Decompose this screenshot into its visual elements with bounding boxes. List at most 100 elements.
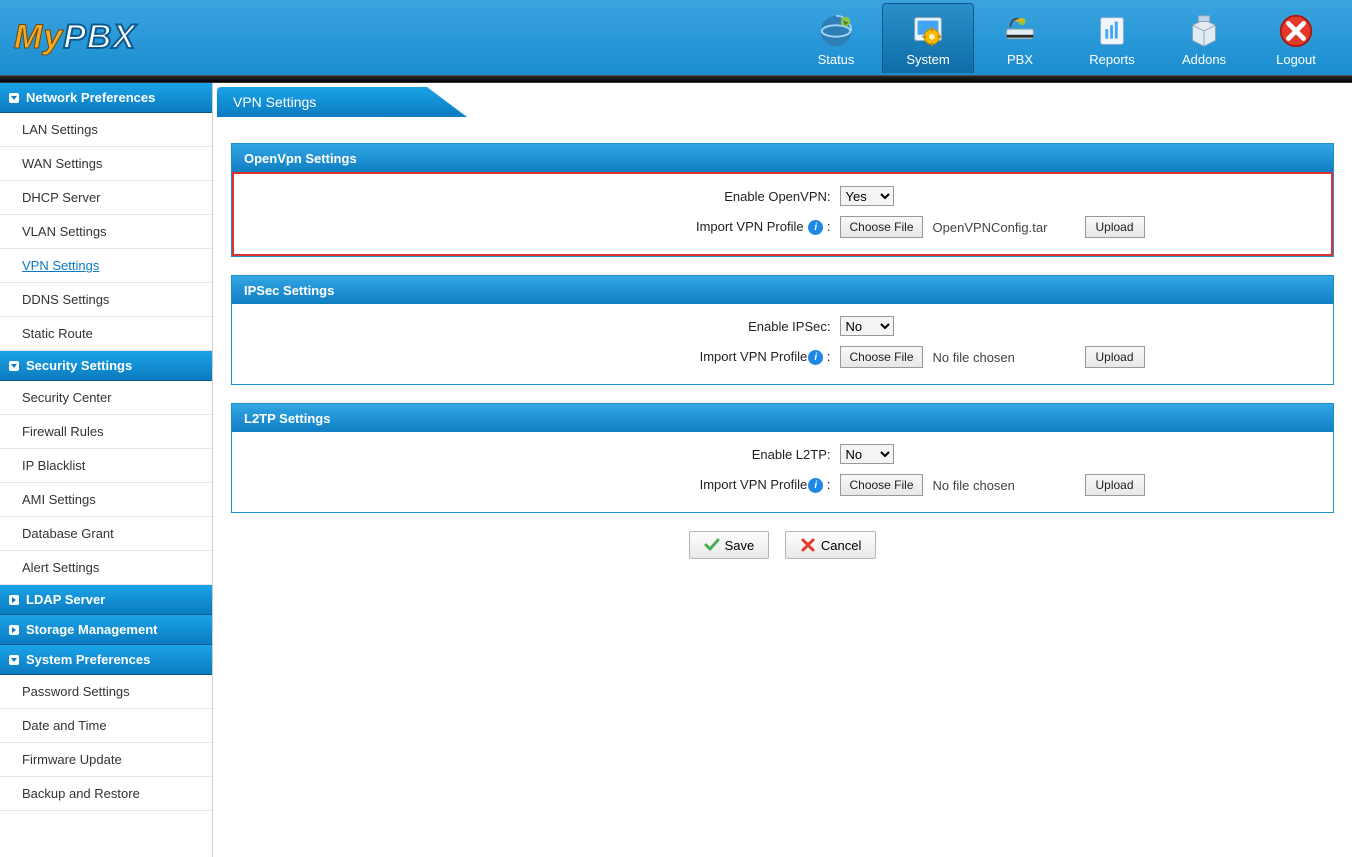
sidebar-item-datetime[interactable]: Date and Time [0, 709, 212, 743]
panel-openvpn: OpenVpn Settings Enable OpenVPN: Yes [231, 143, 1334, 257]
sidebar-item-dhcp[interactable]: DHCP Server [0, 181, 212, 215]
info-icon[interactable]: i [808, 350, 823, 365]
header-divider [0, 75, 1352, 83]
nav-logout[interactable]: Logout [1250, 3, 1342, 73]
sidebar-item-database-grant[interactable]: Database Grant [0, 517, 212, 551]
sidebar-section-security[interactable]: Security Settings [0, 351, 212, 381]
reports-icon [1092, 12, 1132, 50]
sidebar-section-ldap[interactable]: LDAP Server [0, 585, 212, 615]
save-button-label: Save [725, 538, 755, 553]
status-icon [816, 12, 856, 50]
openvpn-enable-select[interactable]: Yes [840, 186, 894, 206]
page-title-tail [427, 87, 467, 117]
sidebar: Network Preferences LAN Settings WAN Set… [0, 83, 213, 857]
sidebar-item-security-center[interactable]: Security Center [0, 381, 212, 415]
app-header: MyPBX Status System PBX Reports [0, 0, 1352, 75]
panel-ipsec-header: IPSec Settings [232, 276, 1333, 304]
sidebar-item-ddns[interactable]: DDNS Settings [0, 283, 212, 317]
sidebar-section-storage[interactable]: Storage Management [0, 615, 212, 645]
openvpn-upload-button[interactable]: Upload [1085, 216, 1145, 238]
system-icon [908, 12, 948, 50]
pbx-icon [1000, 12, 1040, 50]
logo-my: My [14, 18, 63, 56]
main-content: VPN Settings OpenVpn Settings Enable Ope… [213, 83, 1352, 857]
sidebar-section-system-prefs-label: System Preferences [26, 652, 150, 667]
save-button[interactable]: Save [689, 531, 770, 559]
panel-ipsec-body: Enable IPSec: No Import VPN Profilei : C… [232, 304, 1333, 384]
nav-pbx[interactable]: PBX [974, 3, 1066, 73]
sidebar-item-password[interactable]: Password Settings [0, 675, 212, 709]
sidebar-item-firewall[interactable]: Firewall Rules [0, 415, 212, 449]
check-icon [704, 537, 720, 553]
body: Network Preferences LAN Settings WAN Set… [0, 83, 1352, 857]
cancel-button[interactable]: Cancel [785, 531, 876, 559]
sidebar-item-alert[interactable]: Alert Settings [0, 551, 212, 585]
chevron-right-icon [8, 624, 20, 636]
panel-l2tp-body: Enable L2TP: No Import VPN Profilei : Ch… [232, 432, 1333, 512]
sidebar-item-wan[interactable]: WAN Settings [0, 147, 212, 181]
ipsec-upload-button[interactable]: Upload [1085, 346, 1145, 368]
top-nav: Status System PBX Reports Addons [790, 3, 1342, 73]
sidebar-item-vpn[interactable]: VPN Settings [0, 249, 212, 283]
action-bar: Save Cancel [231, 531, 1334, 559]
addons-icon [1184, 12, 1224, 50]
nav-system-label: System [906, 52, 949, 67]
cancel-button-label: Cancel [821, 538, 861, 553]
openvpn-choose-file-button[interactable]: Choose File [840, 216, 922, 238]
sidebar-section-network-label: Network Preferences [26, 90, 155, 105]
panel-openvpn-body: Enable OpenVPN: Yes Import VPN Profile i… [232, 172, 1333, 256]
openvpn-enable-label: Enable OpenVPN: [414, 182, 834, 210]
logout-icon [1276, 12, 1316, 50]
info-icon[interactable]: i [808, 478, 823, 493]
nav-pbx-label: PBX [1007, 52, 1033, 67]
sidebar-section-security-label: Security Settings [26, 358, 132, 373]
nav-system[interactable]: System [882, 3, 974, 73]
ipsec-file-name: No file chosen [933, 350, 1073, 365]
ipsec-import-label: Import VPN Profile [700, 349, 808, 364]
nav-reports[interactable]: Reports [1066, 3, 1158, 73]
l2tp-choose-file-button[interactable]: Choose File [840, 474, 922, 496]
l2tp-upload-button[interactable]: Upload [1085, 474, 1145, 496]
l2tp-enable-select[interactable]: No [840, 444, 894, 464]
nav-addons-label: Addons [1182, 52, 1226, 67]
page-title: VPN Settings [217, 87, 427, 117]
nav-reports-label: Reports [1089, 52, 1135, 67]
sidebar-item-static-route[interactable]: Static Route [0, 317, 212, 351]
sidebar-item-backup[interactable]: Backup and Restore [0, 777, 212, 811]
sidebar-section-network[interactable]: Network Preferences [0, 83, 212, 113]
chevron-down-icon [8, 654, 20, 666]
nav-addons[interactable]: Addons [1158, 3, 1250, 73]
nav-status[interactable]: Status [790, 3, 882, 73]
openvpn-import-label: Import VPN Profile [696, 219, 804, 234]
sidebar-section-storage-label: Storage Management [26, 622, 157, 637]
info-icon[interactable]: i [808, 220, 823, 235]
l2tp-enable-label: Enable L2TP: [414, 440, 834, 468]
sidebar-section-system-prefs[interactable]: System Preferences [0, 645, 212, 675]
chevron-down-icon [8, 92, 20, 104]
panel-l2tp-header: L2TP Settings [232, 404, 1333, 432]
panel-openvpn-header: OpenVpn Settings [232, 144, 1333, 172]
page-title-wrap: VPN Settings [217, 87, 1348, 117]
sidebar-item-firmware[interactable]: Firmware Update [0, 743, 212, 777]
l2tp-file-name: No file chosen [933, 478, 1073, 493]
sidebar-item-ami[interactable]: AMI Settings [0, 483, 212, 517]
sidebar-section-ldap-label: LDAP Server [26, 592, 105, 607]
l2tp-import-label: Import VPN Profile [700, 477, 808, 492]
cross-icon [800, 537, 816, 553]
panel-l2tp: L2TP Settings Enable L2TP: No Impor [231, 403, 1334, 513]
ipsec-choose-file-button[interactable]: Choose File [840, 346, 922, 368]
chevron-down-icon [8, 360, 20, 372]
nav-logout-label: Logout [1276, 52, 1316, 67]
logo: MyPBX [14, 18, 136, 57]
sidebar-item-ip-blacklist[interactable]: IP Blacklist [0, 449, 212, 483]
logo-pbx: PBX [63, 18, 136, 56]
ipsec-enable-label: Enable IPSec: [414, 312, 834, 340]
sidebar-item-lan[interactable]: LAN Settings [0, 113, 212, 147]
panel-ipsec: IPSec Settings Enable IPSec: No Imp [231, 275, 1334, 385]
content: OpenVpn Settings Enable OpenVPN: Yes [213, 117, 1352, 569]
sidebar-item-vlan[interactable]: VLAN Settings [0, 215, 212, 249]
nav-status-label: Status [818, 52, 855, 67]
ipsec-enable-select[interactable]: No [840, 316, 894, 336]
chevron-right-icon [8, 594, 20, 606]
openvpn-file-name: OpenVPNConfig.tar [933, 220, 1073, 235]
